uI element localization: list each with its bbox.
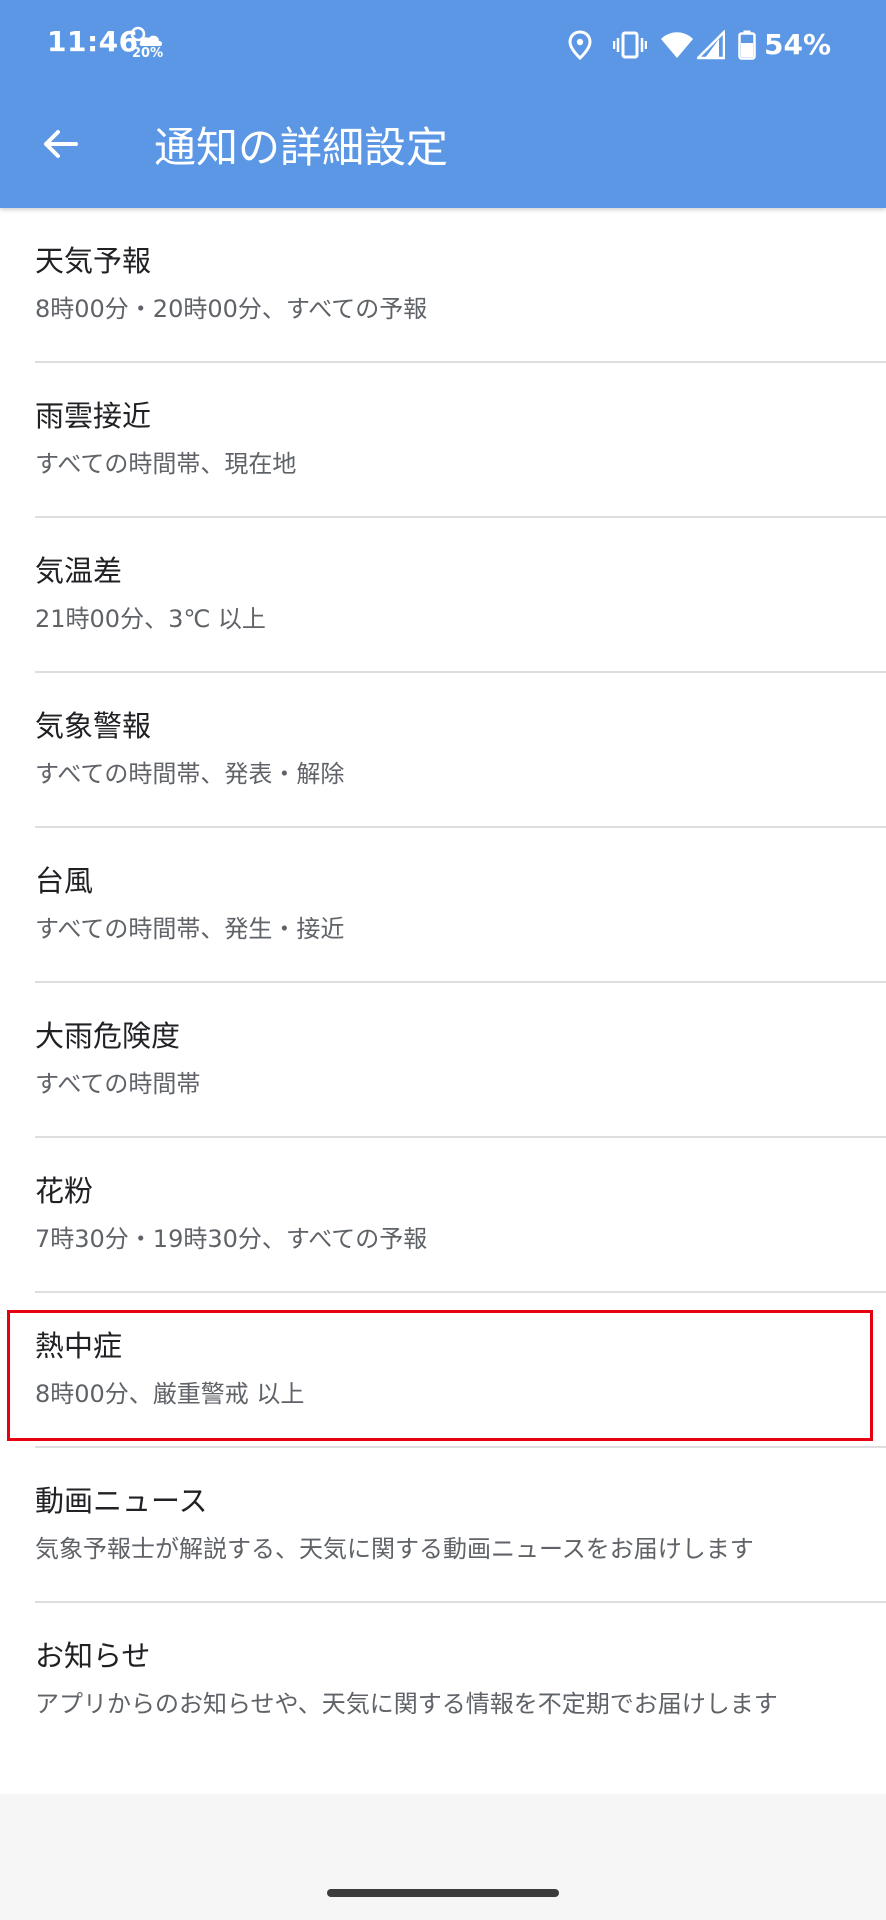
- setting-announcements[interactable]: お知らせ アプリからのお知らせや、天気に関する情報を不定期でお届けします: [0, 1603, 886, 1794]
- setting-temperature-difference[interactable]: 気温差 21時00分、3℃ 以上: [0, 518, 886, 673]
- setting-weather-forecast[interactable]: 天気予報 8時00分・20時00分、すべての予報: [0, 208, 886, 363]
- setting-subtitle: すべての時間帯: [35, 1070, 201, 1098]
- cloud-sun-icon: 20%: [128, 24, 164, 64]
- page-title: 通知の詳細設定: [154, 123, 449, 172]
- setting-title: 動画ニュース: [35, 1484, 208, 1518]
- setting-heavy-rain-risk[interactable]: 大雨危険度 すべての時間帯: [0, 983, 886, 1138]
- arrow-left-icon: [44, 130, 78, 158]
- setting-pollen[interactable]: 花粉 7時30分・19時30分、すべての予報: [0, 1138, 886, 1293]
- vibrate-icon: [613, 31, 647, 59]
- navigation-handle[interactable]: [327, 1889, 559, 1897]
- setting-title: 雨雲接近: [35, 399, 152, 433]
- back-button[interactable]: [28, 112, 92, 176]
- setting-subtitle: すべての時間帯、現在地: [35, 450, 297, 478]
- setting-title: 花粉: [35, 1174, 94, 1208]
- setting-subtitle: アプリからのお知らせや、天気に関する情報を不定期でお届けします: [35, 1690, 778, 1718]
- notification-settings-list: 天気予報 8時00分・20時00分、すべての予報 雨雲接近 すべての時間帯、現在…: [0, 208, 886, 1794]
- setting-title: 気温差: [35, 554, 123, 588]
- status-time: 11:46: [47, 25, 139, 58]
- setting-title: 台風: [35, 864, 94, 898]
- battery-icon: [738, 30, 756, 60]
- setting-video-news[interactable]: 動画ニュース 気象予報士が解説する、天気に関する動画ニュースをお届けします: [0, 1448, 886, 1603]
- setting-subtitle: 7時30分・19時30分、すべての予報: [35, 1225, 428, 1253]
- setting-subtitle: すべての時間帯、発表・解除: [35, 760, 345, 788]
- signal-icon: [697, 30, 725, 60]
- highlight-box: [7, 1310, 873, 1441]
- setting-subtitle: 21時00分、3℃ 以上: [35, 605, 266, 633]
- setting-title: お知らせ: [35, 1639, 151, 1673]
- setting-subtitle: 8時00分・20時00分、すべての予報: [35, 295, 428, 323]
- app-bar: 11:46 20% 54% 通知の詳細設定: [0, 0, 886, 208]
- status-bar: 11:46 20% 54%: [0, 0, 886, 90]
- toolbar: 通知の詳細設定: [0, 90, 886, 208]
- weather-temp: 20%: [132, 46, 164, 61]
- setting-typhoon[interactable]: 台風 すべての時間帯、発生・接近: [0, 828, 886, 983]
- setting-weather-warning[interactable]: 気象警報 すべての時間帯、発表・解除: [0, 673, 886, 828]
- setting-title: 天気予報: [35, 244, 152, 278]
- battery-percent: 54%: [764, 28, 832, 61]
- setting-subtitle: 気象予報士が解説する、天気に関する動画ニュースをお届けします: [35, 1535, 754, 1563]
- setting-subtitle: すべての時間帯、発生・接近: [35, 915, 345, 943]
- setting-rain-cloud-approach[interactable]: 雨雲接近 すべての時間帯、現在地: [0, 363, 886, 518]
- wifi-icon: [661, 32, 693, 58]
- setting-title: 大雨危険度: [35, 1019, 181, 1053]
- location-icon: [568, 30, 592, 60]
- setting-title: 気象警報: [35, 709, 152, 743]
